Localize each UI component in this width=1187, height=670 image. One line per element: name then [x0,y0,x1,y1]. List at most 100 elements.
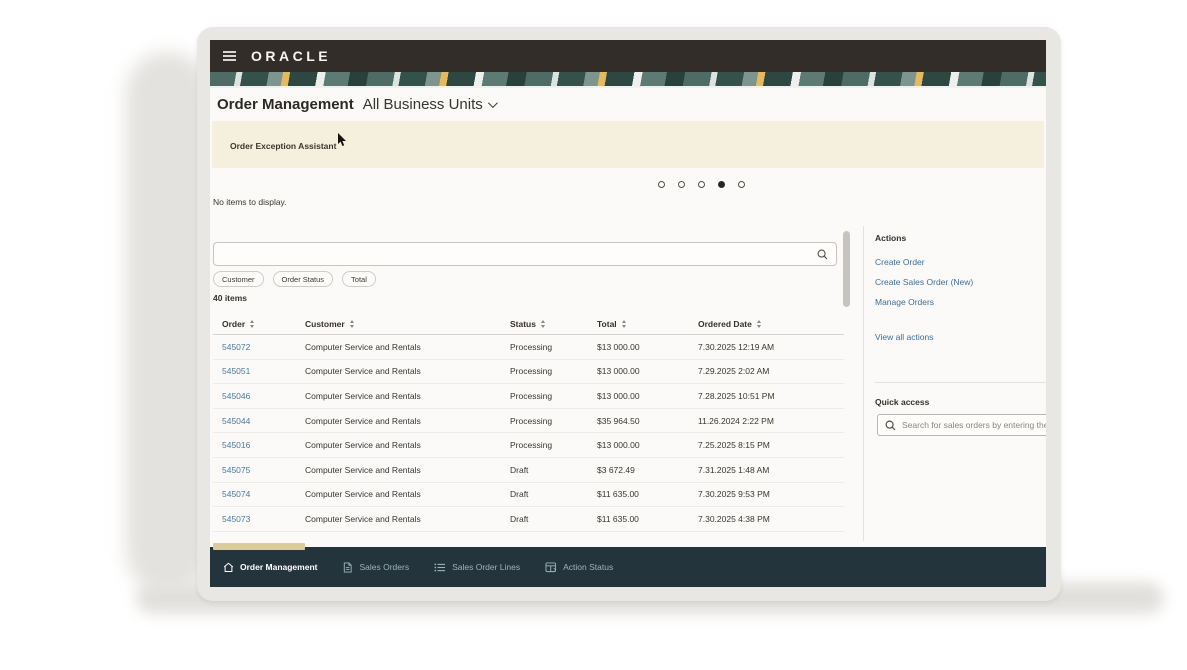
tab-label: Action Status [563,562,613,572]
table-row: 545075 Computer Service and Rentals Draf… [213,458,844,483]
table-row: 545051 Computer Service and Rentals Proc… [213,360,844,385]
order-link[interactable]: 545072 [222,342,305,352]
carousel-dot[interactable] [658,181,665,188]
table-row: 545044 Computer Service and Rentals Proc… [213,409,844,434]
filter-chip-customer[interactable]: Customer [213,271,264,287]
bottom-navigation: Order Management Sales Orders [210,547,1046,587]
order-link[interactable]: 545073 [222,514,305,524]
search-icon [885,420,896,431]
page-header: Order Management All Business Units [210,88,1046,121]
order-link[interactable]: 545046 [222,391,305,401]
column-header-customer[interactable]: Customer [305,319,510,329]
tab-sales-order-lines[interactable]: Sales Order Lines [434,562,520,573]
tab-label: Sales Orders [359,562,409,572]
filter-chips: Customer Order Status Total [213,271,376,287]
tab-sales-orders[interactable]: Sales Orders [342,562,409,573]
cell-customer: Computer Service and Rentals [305,366,510,376]
column-header-total[interactable]: Total [597,319,698,329]
cell-ordered-date: 7.25.2025 8:15 PM [698,440,847,450]
main-column: No items to display. Customer Order Stat… [210,168,863,547]
chevron-down-icon [488,98,498,108]
menu-icon[interactable] [223,51,236,61]
cell-status: Processing [510,366,597,376]
top-app-bar: ORACLE [210,40,1046,72]
panel-divider [863,226,864,541]
cell-total: $13 000.00 [597,391,698,401]
carousel-pagination [658,181,745,188]
scrollbar[interactable] [843,231,850,307]
carousel-dot[interactable] [698,181,705,188]
tab-label: Sales Order Lines [452,562,520,572]
assistant-title: Order Exception Assistant [230,141,336,151]
cell-customer: Computer Service and Rentals [305,342,510,352]
actions-panel: Actions Create Order Create Sales Order … [875,168,1046,547]
cell-total: $3 672.49 [597,465,698,475]
order-link[interactable]: 545075 [222,465,305,475]
sort-icon[interactable] [757,320,761,328]
cell-ordered-date: 11.26.2024 2:22 PM [698,416,847,426]
page-title: Order Management [217,96,354,113]
quick-access-search-input[interactable] [902,420,1046,430]
table-row: 545046 Computer Service and Rentals Proc… [213,384,844,409]
sort-icon[interactable] [350,320,354,328]
cell-total: $11 635.00 [597,514,698,524]
cell-total: $13 000.00 [597,342,698,352]
column-header-order[interactable]: Order [222,319,305,329]
grid-icon [545,562,557,573]
sort-icon[interactable] [250,320,254,328]
order-exception-assistant-panel[interactable]: Order Exception Assistant [212,121,1044,168]
orders-search-box [213,242,837,266]
cell-status: Processing [510,440,597,450]
cell-ordered-date: 7.31.2025 1:48 AM [698,465,847,475]
table-row: 545073 Computer Service and Rentals Draf… [213,507,844,532]
filter-chip-order-status[interactable]: Order Status [273,271,334,287]
page: ORACLE Order Management All Business Uni… [0,0,1187,670]
tab-order-management[interactable]: Order Management [223,562,317,573]
manage-orders-link[interactable]: Manage Orders [875,297,934,307]
order-link[interactable]: 545016 [222,440,305,450]
cursor-icon [337,133,348,147]
cell-ordered-date: 7.28.2025 10:51 PM [698,391,847,401]
create-order-link[interactable]: Create Order [875,257,925,267]
empty-state-message: No items to display. [213,197,287,207]
cell-total: $13 000.00 [597,440,698,450]
order-link[interactable]: 545044 [222,416,305,426]
cell-ordered-date: 7.30.2025 4:38 PM [698,514,847,524]
business-unit-picker[interactable]: All Business Units [363,96,495,113]
content-area: No items to display. Customer Order Stat… [210,168,1046,547]
sort-icon[interactable] [622,320,626,328]
table-row: 545016 Computer Service and Rentals Proc… [213,433,844,458]
cell-status: Draft [510,489,597,499]
orders-search-input[interactable] [214,249,817,259]
cell-total: $35 964.50 [597,416,698,426]
cell-customer: Computer Service and Rentals [305,514,510,524]
view-all-actions-link[interactable]: View all actions [875,332,933,342]
carousel-dot[interactable] [678,181,685,188]
carousel-dot[interactable] [738,181,745,188]
quick-access-search-box [877,414,1046,436]
oracle-logo: ORACLE [251,48,331,64]
sort-icon[interactable] [541,320,545,328]
quick-access-title: Quick access [875,397,929,407]
cell-customer: Computer Service and Rentals [305,440,510,450]
order-link[interactable]: 545074 [222,489,305,499]
order-link[interactable]: 545051 [222,366,305,376]
filter-chip-total[interactable]: Total [342,271,376,287]
table-row: 545072 Computer Service and Rentals Proc… [213,335,844,360]
app-window: ORACLE Order Management All Business Uni… [210,40,1046,587]
carousel-dot-active[interactable] [718,181,725,188]
table-header-row: Order Customer Status Total Ordered Date [213,314,844,335]
cell-status: Processing [510,391,597,401]
cell-status: Processing [510,342,597,352]
results-count: 40 items [213,293,247,303]
table-row: 545074 Computer Service and Rentals Draf… [213,483,844,508]
tab-action-status[interactable]: Action Status [545,562,613,573]
search-icon[interactable] [817,249,828,260]
column-header-status[interactable]: Status [510,319,597,329]
create-sales-order-new-link[interactable]: Create Sales Order (New) [875,277,973,287]
cell-total: $11 635.00 [597,489,698,499]
business-unit-label: All Business Units [363,96,483,113]
document-icon [342,562,353,573]
cell-customer: Computer Service and Rentals [305,416,510,426]
column-header-ordered-date[interactable]: Ordered Date [698,319,847,329]
